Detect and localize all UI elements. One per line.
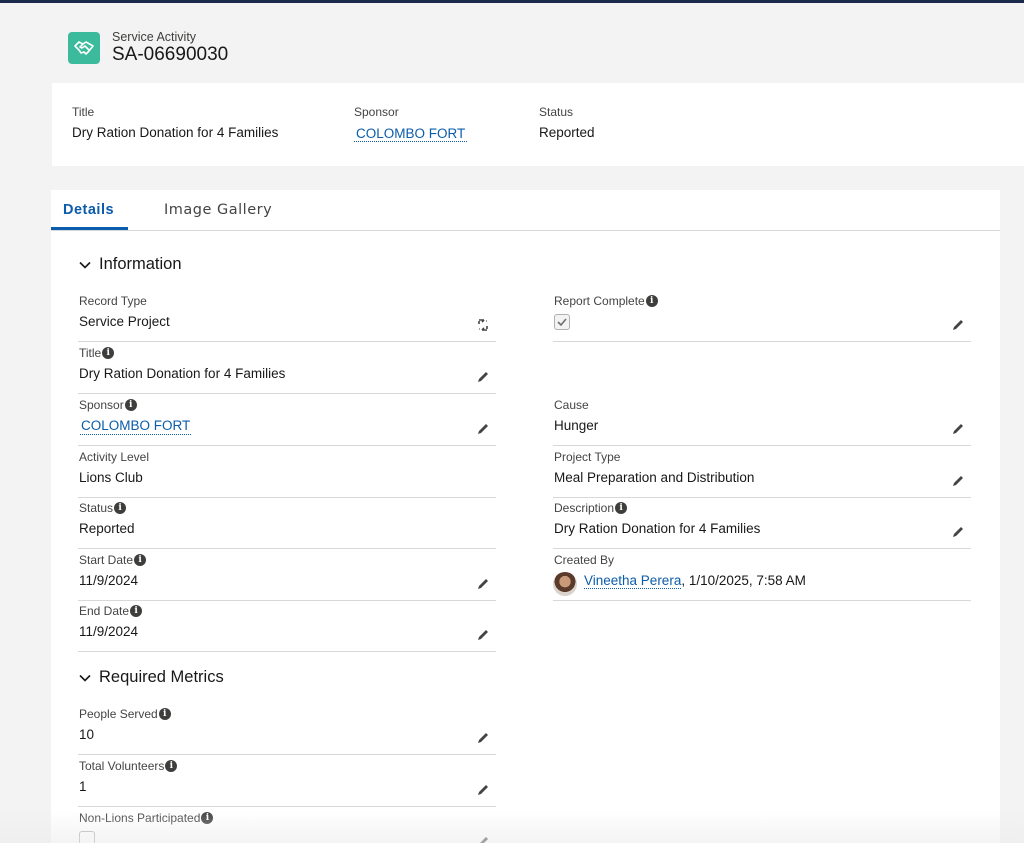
field-label: Start Date bbox=[79, 553, 134, 567]
highlight-status-value: Reported bbox=[539, 125, 595, 140]
field-label: Non-Lions Participated bbox=[79, 811, 201, 825]
info-icon[interactable]: i bbox=[124, 399, 137, 411]
created-by-timestamp: , 1/10/2025, 7:58 AM bbox=[681, 573, 806, 588]
field-label: Created By bbox=[554, 553, 615, 567]
section-required-metrics-title: Required Metrics bbox=[99, 668, 224, 686]
section-information-title: Information bbox=[99, 255, 182, 273]
field-end-date: End Date i 11/9/2024 bbox=[78, 600, 496, 652]
highlight-status-label: Status bbox=[539, 105, 574, 119]
pencil-icon[interactable] bbox=[951, 474, 965, 488]
tab-details[interactable]: Details bbox=[63, 202, 114, 218]
info-icon[interactable]: i bbox=[645, 295, 658, 307]
highlight-sponsor: Sponsor COLOMBO FORT bbox=[354, 105, 468, 142]
field-value: Hunger bbox=[554, 418, 599, 433]
field-value: Reported bbox=[79, 521, 135, 536]
field-label: Description bbox=[554, 501, 615, 515]
field-start-date: Start Date i 11/9/2024 bbox=[78, 549, 496, 601]
info-icon[interactable]: i bbox=[158, 708, 171, 720]
pencil-icon[interactable] bbox=[476, 783, 490, 797]
pencil-icon[interactable] bbox=[476, 370, 490, 384]
detail-card: Details Image Gallery Information Record… bbox=[51, 190, 1000, 843]
info-icon[interactable]: i bbox=[130, 605, 143, 617]
field-project-type: Project Type Meal Preparation and Distri… bbox=[553, 446, 971, 498]
field-label: Total Volunteers bbox=[79, 759, 165, 773]
field-created-by: Created By Vineetha Perera, 1/10/2025, 7… bbox=[553, 549, 971, 601]
pencil-icon[interactable] bbox=[951, 525, 965, 539]
report-complete-checkbox bbox=[554, 314, 570, 330]
field-value: 10 bbox=[79, 727, 95, 742]
field-title: Title i Dry Ration Donation for 4 Familie… bbox=[78, 342, 496, 394]
change-record-type-icon[interactable] bbox=[476, 318, 490, 332]
field-description: Description i Dry Ration Donation for 4 F… bbox=[553, 497, 971, 549]
pencil-icon[interactable] bbox=[476, 731, 490, 745]
field-activity-level: Activity Level Lions Club bbox=[78, 446, 496, 498]
field-label: End Date bbox=[79, 604, 130, 618]
field-non-lions-participated: Non-Lions Participated i bbox=[78, 807, 496, 843]
info-icon[interactable]: i bbox=[102, 347, 115, 359]
highlight-title-label: Title bbox=[72, 105, 95, 119]
info-icon[interactable]: i bbox=[134, 554, 147, 566]
highlight-title-value: Dry Ration Donation for 4 Families bbox=[72, 125, 279, 140]
pencil-icon[interactable] bbox=[476, 422, 490, 436]
field-value: 11/9/2024 bbox=[79, 573, 139, 588]
field-label: Record Type bbox=[79, 294, 147, 308]
field-total-volunteers: Total Volunteers i 1 bbox=[78, 755, 496, 807]
field-label: Activity Level bbox=[79, 450, 150, 464]
field-value: 11/9/2024 bbox=[79, 624, 139, 639]
field-value: Dry Ration Donation for 4 Families bbox=[79, 366, 286, 381]
field-value: Meal Preparation and Distribution bbox=[554, 470, 755, 485]
field-label: Report Complete bbox=[554, 294, 645, 308]
tab-image-gallery[interactable]: Image Gallery bbox=[164, 202, 272, 218]
chevron-down-icon bbox=[79, 261, 91, 269]
field-people-served: People Served i 10 bbox=[78, 703, 496, 755]
record-header: Service Activity SA-06690030 bbox=[68, 30, 228, 66]
tab-active-indicator bbox=[51, 227, 128, 230]
info-icon[interactable]: i bbox=[615, 502, 628, 514]
field-sponsor: Sponsor i COLOMBO FORT bbox=[78, 394, 496, 446]
highlight-sponsor-link[interactable]: COLOMBO FORT bbox=[354, 126, 468, 142]
pencil-icon[interactable] bbox=[951, 318, 965, 332]
created-by-user-link[interactable]: Vineetha Perera bbox=[584, 573, 682, 589]
pencil-icon[interactable] bbox=[476, 577, 490, 591]
field-value: Dry Ration Donation for 4 Families bbox=[554, 521, 761, 536]
tab-bar: Details Image Gallery bbox=[51, 190, 1000, 231]
non-lions-checkbox bbox=[79, 831, 95, 843]
global-header-bar bbox=[0, 0, 1024, 3]
field-label: Title bbox=[79, 346, 102, 360]
field-record-type: Record Type Service Project bbox=[78, 290, 496, 342]
info-icon[interactable]: i bbox=[165, 760, 178, 772]
field-label: Project Type bbox=[554, 450, 621, 464]
record-name: SA-06690030 bbox=[112, 44, 229, 65]
field-cause: Cause Hunger bbox=[553, 394, 971, 446]
field-status: Status i Reported bbox=[78, 497, 496, 549]
highlight-sponsor-label: Sponsor bbox=[354, 105, 399, 119]
pencil-icon[interactable] bbox=[476, 835, 490, 843]
pencil-icon[interactable] bbox=[476, 628, 490, 642]
field-label: Status bbox=[79, 501, 114, 515]
highlight-title: Title Dry Ration Donation for 4 Families bbox=[72, 105, 278, 141]
avatar[interactable] bbox=[553, 572, 577, 596]
field-value: 1 bbox=[79, 779, 87, 794]
highlight-status: Status Reported bbox=[539, 105, 595, 141]
field-label: Cause bbox=[554, 398, 589, 412]
sponsor-link[interactable]: COLOMBO FORT bbox=[80, 418, 192, 435]
field-label: Sponsor bbox=[79, 398, 124, 412]
handshake-icon bbox=[68, 32, 100, 64]
info-icon[interactable]: i bbox=[114, 502, 127, 514]
info-icon[interactable]: i bbox=[201, 812, 214, 824]
field-label: People Served bbox=[79, 707, 158, 721]
checkmark-icon bbox=[557, 318, 567, 327]
highlights-panel: Title Dry Ration Donation for 4 Families… bbox=[52, 83, 1024, 166]
section-information-toggle[interactable]: Information bbox=[78, 255, 182, 274]
field-report-complete: Report Complete i bbox=[553, 290, 971, 342]
pencil-icon[interactable] bbox=[951, 422, 965, 436]
section-required-metrics-toggle[interactable]: Required Metrics bbox=[78, 668, 224, 687]
record-object-type: Service Activity bbox=[112, 30, 197, 44]
chevron-down-icon bbox=[79, 674, 91, 682]
field-value: Lions Club bbox=[79, 470, 143, 485]
field-value: Service Project bbox=[79, 314, 170, 329]
